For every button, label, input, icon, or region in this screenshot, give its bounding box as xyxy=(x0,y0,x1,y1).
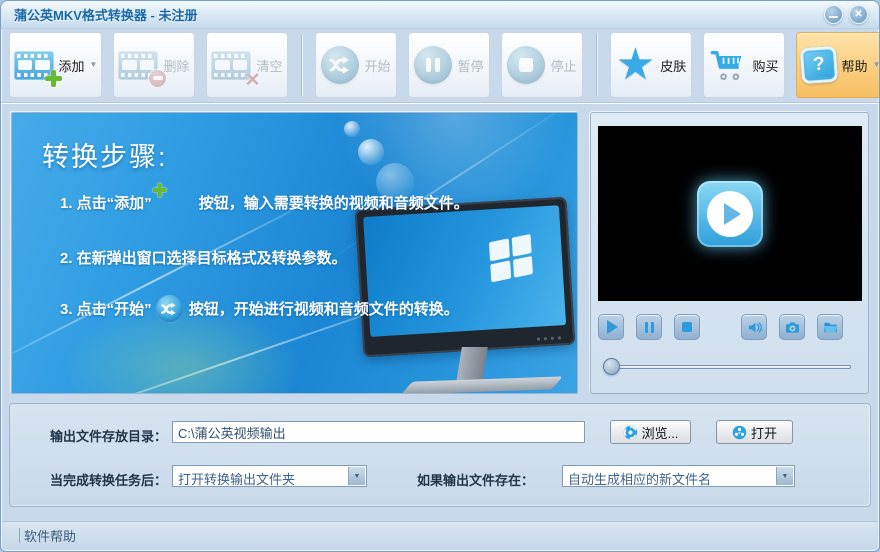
file-exists-value: 自动生成相应的新文件名 xyxy=(568,469,772,488)
start-shuffle-icon xyxy=(321,46,359,84)
open-folder-button[interactable] xyxy=(817,314,843,340)
film-remove-icon xyxy=(118,51,158,80)
add-button[interactable]: 添加 ▼ xyxy=(9,32,102,98)
status-separator xyxy=(19,528,20,543)
step-1: 1. 点击“添加” 按钮，输入需要转换的视频和音频文件。 xyxy=(60,189,469,215)
status-bar: 软件帮助 xyxy=(3,521,877,549)
toolbar: 添加 ▼ 删除 ✕ xyxy=(1,29,879,103)
open-button-label: 打开 xyxy=(751,423,777,442)
player-pause-button[interactable] xyxy=(636,314,662,340)
monitor-base xyxy=(401,376,563,394)
volume-button[interactable] xyxy=(741,314,767,340)
delete-button-label: 删除 xyxy=(163,56,189,75)
app-window: 蒲公英MKV格式转换器 - 未注册 ✕ 添加 ▼ xyxy=(0,0,880,552)
dropdown-button[interactable]: ▼ xyxy=(348,467,365,485)
window-controls: ✕ xyxy=(824,5,868,24)
open-button[interactable]: 打开 xyxy=(716,420,793,444)
star-icon: ★ xyxy=(616,45,655,85)
seek-thumb[interactable] xyxy=(603,358,620,375)
conversion-steps-panel: 转换步骤: 1. 点击“添加” 按钮，输入需要转换的视频和音频文件。 2. 在新… xyxy=(11,112,578,394)
chevron-down-icon: ▼ xyxy=(782,473,789,480)
skin-button[interactable]: ★ 皮肤 xyxy=(610,32,692,98)
delete-button: 删除 xyxy=(113,32,195,98)
buy-button-label: 购买 xyxy=(752,56,778,75)
camera-icon xyxy=(785,320,800,335)
title-bar[interactable]: 蒲公英MKV格式转换器 - 未注册 ✕ xyxy=(1,1,879,29)
step-2: 2. 在新弹出窗口选择目标格式及转换参数。 xyxy=(60,247,347,268)
film-add-icon xyxy=(14,51,54,80)
pause-circle-icon xyxy=(414,46,452,84)
file-exists-select[interactable]: 自动生成相应的新文件名 ▼ xyxy=(562,465,795,487)
after-task-select[interactable]: 打开转换输出文件夹 ▼ xyxy=(172,465,367,487)
stop-button: 停止 xyxy=(501,32,583,98)
windows-logo-icon xyxy=(489,234,533,282)
video-preview[interactable] xyxy=(598,126,862,301)
folder-icon xyxy=(823,320,838,335)
chevron-down-icon: ▼ xyxy=(354,473,361,480)
bubble-decoration xyxy=(358,139,384,165)
clear-button: ✕ 清空 xyxy=(206,32,288,98)
play-overlay-icon[interactable] xyxy=(697,181,763,247)
play-icon xyxy=(607,320,618,334)
close-icon: ✕ xyxy=(854,10,862,20)
steps-heading: 转换步骤: xyxy=(42,135,168,174)
film-add-icon xyxy=(160,191,188,212)
cart-icon xyxy=(709,47,747,83)
minus-badge-icon xyxy=(149,70,166,87)
toolbar-separator xyxy=(596,34,597,96)
aperture-icon xyxy=(623,425,638,440)
step-3: 3. 点击“开始” 按钮，开始进行视频和音频文件的转换。 xyxy=(60,295,459,322)
stop-circle-icon xyxy=(507,46,545,84)
player-stop-button[interactable] xyxy=(674,314,700,340)
output-settings-panel: 输出文件存放目录： 浏览... 打开 xyxy=(9,403,871,507)
add-button-label: 添加 xyxy=(59,56,85,75)
status-text: 软件帮助 xyxy=(24,526,76,545)
seek-bar xyxy=(603,358,851,376)
monitor-stand xyxy=(456,347,488,383)
speaker-icon xyxy=(747,320,762,335)
stop-button-label: 停止 xyxy=(550,56,576,75)
browse-button-label: 浏览... xyxy=(642,423,679,442)
x-badge-icon: ✕ xyxy=(245,71,261,90)
preview-panel xyxy=(590,112,869,394)
start-shuffle-icon xyxy=(156,295,183,322)
chevron-down-icon: ▼ xyxy=(90,61,98,69)
bubble-decoration xyxy=(344,121,360,137)
buy-button[interactable]: 购买 xyxy=(703,32,785,98)
minimize-button[interactable] xyxy=(824,5,843,24)
pause-button: 暂停 xyxy=(408,32,490,98)
help-button-label: 帮助 xyxy=(842,56,868,75)
window-title: 蒲公英MKV格式转换器 - 未注册 xyxy=(14,5,197,24)
file-exists-label: 如果输出文件存在： xyxy=(417,470,534,489)
light-streak xyxy=(326,112,579,263)
pause-icon xyxy=(645,322,655,333)
snapshot-button[interactable] xyxy=(779,314,805,340)
film-clear-icon: ✕ xyxy=(211,51,251,80)
player-controls xyxy=(598,314,843,340)
skin-button-label: 皮肤 xyxy=(660,56,686,75)
pause-button-label: 暂停 xyxy=(457,56,483,75)
monitor-screen xyxy=(355,197,576,358)
after-task-value: 打开转换输出文件夹 xyxy=(178,469,344,488)
help-button[interactable]: ? 帮助 ▼ xyxy=(796,32,880,98)
player-play-button[interactable] xyxy=(598,314,624,340)
help-cube-icon: ? xyxy=(801,47,837,83)
close-button[interactable]: ✕ xyxy=(849,5,868,24)
after-task-label: 当完成转换任务后： xyxy=(50,470,167,489)
start-button-label: 开始 xyxy=(364,56,390,75)
dropdown-button[interactable]: ▼ xyxy=(776,467,793,485)
minimize-icon xyxy=(829,16,838,19)
film-reel-icon xyxy=(732,425,747,440)
output-dir-input[interactable] xyxy=(172,421,585,443)
monitor-buttons xyxy=(537,336,561,340)
toolbar-separator xyxy=(301,34,302,96)
chevron-down-icon: ▼ xyxy=(873,61,880,69)
main-area: 转换步骤: 1. 点击“添加” 按钮，输入需要转换的视频和音频文件。 2. 在新… xyxy=(1,103,879,394)
stop-icon xyxy=(682,322,692,332)
browse-button[interactable]: 浏览... xyxy=(610,420,691,444)
start-button: 开始 xyxy=(315,32,397,98)
plus-badge-icon xyxy=(45,70,62,87)
output-dir-label: 输出文件存放目录： xyxy=(50,426,167,445)
seek-track[interactable] xyxy=(603,365,851,369)
